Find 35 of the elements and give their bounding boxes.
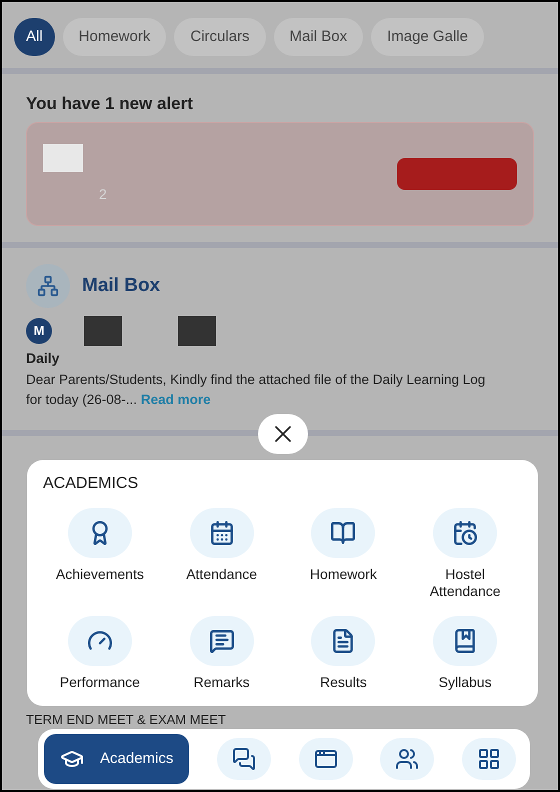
menu-item[interactable]: Hostel Attendance: [404, 508, 526, 608]
redaction-block: [43, 144, 83, 172]
window-icon: [314, 747, 338, 771]
nav-tab[interactable]: Academics: [44, 734, 190, 784]
people-icon: [395, 747, 420, 771]
filter-chip[interactable]: Mail Box: [274, 18, 364, 56]
message-icon: [208, 628, 235, 654]
menu-item[interactable]: Syllabus: [404, 616, 526, 716]
filter-chip[interactable]: Image Galle: [371, 18, 484, 56]
filter-chip[interactable]: Circulars: [174, 18, 266, 56]
redaction-block: [178, 316, 216, 346]
book-icon: [330, 520, 356, 546]
chat-icon: [232, 747, 256, 771]
nav-tab[interactable]: [298, 738, 353, 780]
filter-chip[interactable]: Homework: [62, 18, 166, 56]
nav-tab[interactable]: [217, 738, 272, 780]
grid-icon: [476, 747, 501, 771]
menu-title: ACADEMICS: [43, 474, 140, 494]
calendar-clock-icon: [452, 520, 478, 546]
menu-item[interactable]: Results: [282, 616, 404, 716]
post-body: Dear Parents/Students, Kindly find the attached file of the Daily Learning Log for today (26-08-... Read more: [26, 371, 486, 409]
sender-name: Daily: [26, 350, 60, 366]
calendar-icon: [208, 520, 235, 546]
redaction-block: [84, 316, 122, 346]
nav-tab[interactable]: [380, 738, 434, 780]
people-network-icon: [37, 275, 59, 297]
nav-tab[interactable]: [462, 738, 516, 780]
post-title: Mail Box: [82, 274, 160, 298]
alert-heading: You have 1 new alert: [26, 94, 194, 114]
sender-avatar: M: [26, 318, 52, 344]
menu-item[interactable]: Attendance: [160, 508, 282, 608]
close-button[interactable]: [258, 414, 308, 454]
filter-chip[interactable]: All: [14, 18, 55, 56]
menu-item[interactable]: Achievements: [39, 508, 161, 608]
menu-item[interactable]: Homework: [282, 508, 404, 608]
